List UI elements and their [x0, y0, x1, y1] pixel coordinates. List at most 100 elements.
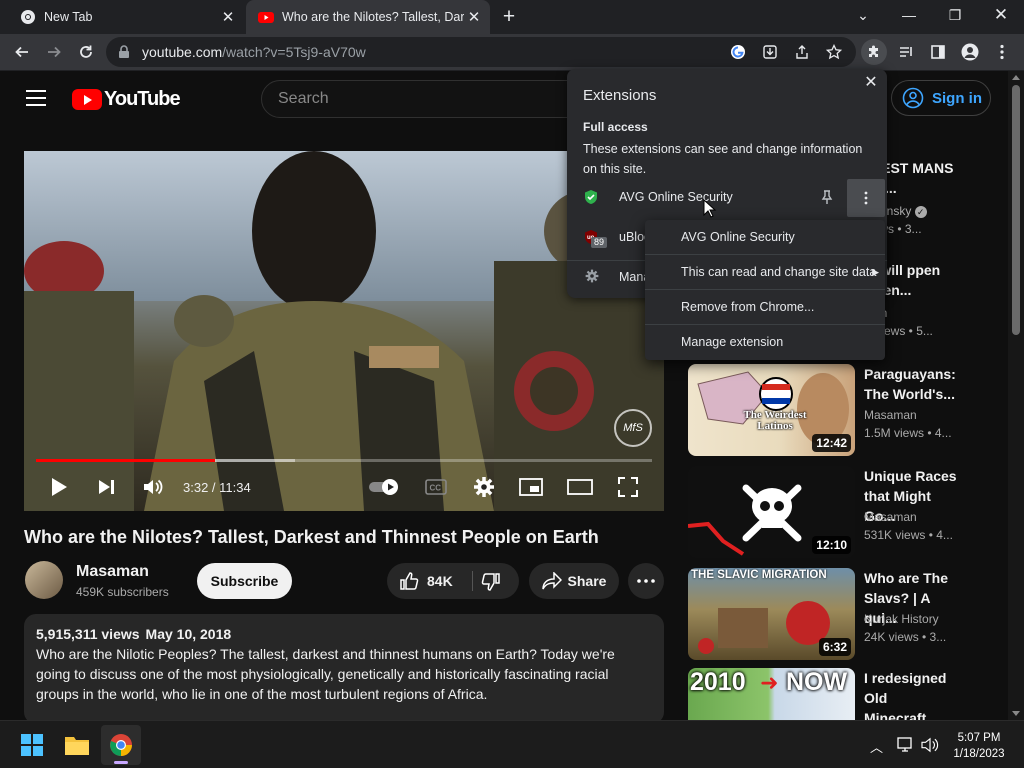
progress-bar[interactable]	[36, 459, 652, 462]
play-button[interactable]	[46, 474, 72, 500]
horizontal-ellipsis-icon	[637, 579, 655, 583]
hamburger-menu-icon[interactable]	[26, 90, 46, 106]
close-tab-icon[interactable]: ✕	[464, 7, 484, 27]
google-icon[interactable]	[730, 44, 746, 60]
recommendation-item[interactable]: The Weirdest Latinos 12:42 Paraguayans: …	[688, 364, 993, 456]
back-button[interactable]	[9, 39, 35, 65]
page-scrollbar[interactable]	[1008, 71, 1024, 720]
rec-duration: 6:32	[818, 638, 851, 656]
like-divider	[472, 571, 473, 591]
bookmark-star-icon[interactable]	[826, 44, 842, 60]
miniplayer-button[interactable]	[518, 474, 544, 500]
url-domain: youtube.com	[142, 44, 223, 60]
volume-icon	[144, 479, 163, 495]
thumbs-up-icon[interactable]	[399, 571, 419, 591]
description-box[interactable]: 5,915,311 views May 10, 2018 Who are the …	[24, 614, 664, 724]
ctx-item-extension-name[interactable]: AVG Online Security	[645, 220, 885, 255]
rec-thumbnail-text: The Weirdest Latinos	[743, 409, 807, 432]
profile-button[interactable]	[957, 39, 983, 65]
recommendation-item[interactable]: THE SLAVIC MIGRATION 6:32 Who are The Sl…	[688, 568, 993, 660]
tab-youtube-video[interactable]: Who are the Nilotes? Tallest, Dark ✕	[246, 0, 490, 34]
youtube-favicon-icon	[258, 12, 274, 23]
install-app-icon[interactable]	[762, 44, 778, 60]
chrome-taskbar-button[interactable]	[101, 725, 141, 765]
address-bar[interactable]: youtube.com/watch?v=5Tsj9-aV70w	[106, 37, 856, 67]
close-tab-icon[interactable]: ✕	[218, 7, 238, 27]
avg-shield-icon	[585, 190, 597, 204]
captions-button[interactable]: CC	[424, 474, 448, 500]
ctx-item-site-access[interactable]: This can read and change site data ▶	[645, 255, 885, 290]
theater-mode-button[interactable]	[566, 474, 594, 500]
thumbs-down-icon[interactable]	[481, 572, 501, 592]
windows-start-button[interactable]	[16, 729, 48, 761]
reload-icon	[80, 45, 92, 58]
miniplayer-icon	[519, 478, 543, 496]
channel-avatar[interactable]	[25, 561, 63, 599]
video-time: 3:32 / 11:34	[183, 480, 251, 495]
description-meta: 5,915,311 views May 10, 2018	[36, 626, 652, 642]
autoplay-icon	[369, 479, 398, 495]
forward-button[interactable]	[41, 39, 67, 65]
account-circle-icon	[902, 87, 924, 109]
rec-channel: Masaman	[864, 510, 917, 524]
restore-button[interactable]: ❐	[932, 0, 978, 30]
more-actions-button[interactable]	[628, 563, 664, 599]
volume-icon[interactable]	[921, 737, 939, 753]
reading-list-button[interactable]	[893, 39, 919, 65]
extension-more-button[interactable]	[847, 179, 885, 217]
minimize-button[interactable]: —	[886, 0, 932, 30]
share-button[interactable]: Share	[529, 563, 619, 599]
tab-title: New Tab	[44, 10, 93, 24]
chrome-menu-button[interactable]	[989, 39, 1015, 65]
folder-icon	[65, 737, 89, 755]
channel-name[interactable]: Masaman	[76, 563, 149, 581]
screen: New Tab ✕ Who are the Nilotes? Tallest, …	[0, 0, 1024, 768]
close-popup-icon[interactable]: ✕	[861, 73, 881, 93]
extension-row-avg[interactable]: AVG Online Security	[567, 179, 887, 217]
youtube-logo[interactable]: YouTube	[72, 88, 181, 111]
subscribe-button[interactable]: Subscribe	[197, 563, 292, 599]
sign-in-button[interactable]: Sign in	[891, 80, 991, 116]
settings-button[interactable]	[472, 474, 496, 500]
show-hidden-icons-icon[interactable]: ︿	[870, 737, 883, 756]
recommendation-item[interactable]: 2010 ➜ NOW I redesigned Old Minecraft...	[688, 668, 993, 720]
rec-meta: 24K views • 3...	[864, 630, 947, 644]
tab-title: Who are the Nilotes? Tallest, Dark	[282, 10, 464, 24]
clock-time: 5:07 PM	[957, 732, 1001, 744]
share-page-icon[interactable]	[794, 44, 810, 60]
channel-watermark[interactable]: MfS	[614, 409, 652, 447]
submenu-arrow-icon: ▶	[872, 267, 879, 277]
forward-arrow-icon	[48, 46, 61, 58]
extensions-button[interactable]	[861, 39, 887, 65]
network-icon[interactable]	[897, 737, 915, 753]
mouse-cursor-icon	[703, 199, 717, 218]
gear-icon	[585, 269, 599, 283]
next-button[interactable]	[94, 474, 120, 500]
scroll-up-icon[interactable]	[1012, 75, 1020, 80]
file-explorer-button[interactable]	[61, 729, 93, 761]
scroll-down-icon[interactable]	[1012, 711, 1020, 716]
url-path: /watch?v=5Tsj9-aV70w	[222, 44, 366, 60]
tab-search-icon[interactable]: ⌄	[840, 0, 886, 30]
new-tab-button[interactable]: +	[498, 6, 520, 28]
pin-icon[interactable]	[820, 189, 834, 205]
like-count[interactable]: 84K	[427, 573, 453, 589]
side-panel-button[interactable]	[925, 39, 951, 65]
ctx-item-manage[interactable]: Manage extension	[645, 325, 885, 360]
ctx-item-remove[interactable]: Remove from Chrome...	[645, 290, 885, 325]
fullscreen-button[interactable]	[616, 474, 640, 500]
close-window-button[interactable]: ✕	[978, 0, 1024, 30]
youtube-wordmark: YouTube	[104, 88, 181, 110]
search-input[interactable]: Search	[261, 80, 591, 118]
fullscreen-icon	[618, 477, 638, 497]
rec-thumbnail-text: 2010	[690, 668, 746, 696]
rec-thumbnail: THE SLAVIC MIGRATION 6:32	[688, 568, 855, 660]
volume-button[interactable]	[140, 474, 166, 500]
scrollbar-thumb[interactable]	[1012, 85, 1020, 335]
tab-new-tab[interactable]: New Tab ✕	[8, 0, 244, 34]
autoplay-toggle[interactable]	[368, 474, 402, 500]
windows-logo-icon	[21, 734, 43, 756]
reload-button[interactable]	[73, 39, 99, 65]
system-clock[interactable]: 5:07 PM 1/18/2023	[944, 730, 1014, 762]
recommendation-item[interactable]: 12:10 Unique Races that Might Go... Masa…	[688, 466, 993, 558]
